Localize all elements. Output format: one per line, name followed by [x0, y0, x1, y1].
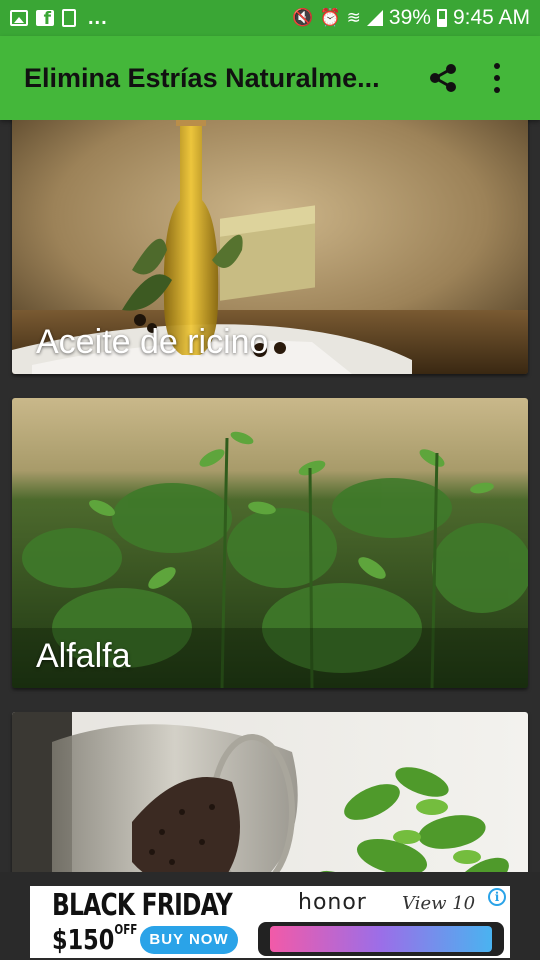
clipboard-icon [62, 9, 76, 27]
app-title: Elimina Estrías Naturalme... [24, 62, 380, 93]
battery-percent: 39% [388, 6, 431, 29]
wifi-icon: ≋ [346, 8, 361, 28]
ad-brand: honor [298, 890, 367, 915]
ad-price: $150OFF [52, 923, 137, 956]
info-icon[interactable]: i [488, 888, 506, 906]
ad-headline: BLACK FRIDAY [52, 888, 233, 923]
item-label: Alfalfa [36, 637, 131, 675]
signal-icon [366, 10, 383, 26]
list-item-third[interactable] [12, 712, 528, 872]
battery-icon [436, 9, 447, 27]
notification-icons: ... [10, 7, 108, 30]
clock: 9:45 AM [452, 6, 530, 29]
ad-model: View 10 [402, 893, 476, 914]
buy-now-button[interactable]: BUY NOW [140, 926, 238, 954]
status-bar: ... 🔇 ⏰ ≋ 39% 9:45 AM [0, 0, 540, 36]
more-notifications: ... [88, 6, 108, 29]
item-label: Aceite de ricino [36, 323, 269, 361]
ad-banner[interactable]: BLACK FRIDAY $150OFF BUY NOW honor View … [30, 886, 510, 958]
more-vert-icon[interactable] [490, 63, 504, 93]
ad-price-suffix: OFF [114, 923, 138, 938]
app-bar: Elimina Estrías Naturalme... [0, 36, 540, 120]
ad-bar: BLACK FRIDAY $150OFF BUY NOW honor View … [0, 872, 540, 960]
system-icons: 🔇 ⏰ ≋ 39% 9:45 AM [292, 6, 530, 30]
share-icon[interactable] [426, 61, 460, 95]
image-icon [10, 10, 28, 26]
list-item-alfalfa[interactable]: Alfalfa [12, 398, 528, 688]
phone-image [258, 922, 504, 956]
mute-icon: 🔇 [292, 8, 314, 28]
facebook-icon [36, 9, 54, 29]
seeds-jar-image [12, 712, 528, 872]
remedy-list[interactable]: Aceite de ricino Alfalfa [0, 120, 540, 872]
list-item-aceite-de-ricino[interactable]: Aceite de ricino [12, 120, 528, 374]
ad-price-value: $150 [52, 923, 115, 956]
alarm-icon: ⏰ [319, 8, 341, 28]
